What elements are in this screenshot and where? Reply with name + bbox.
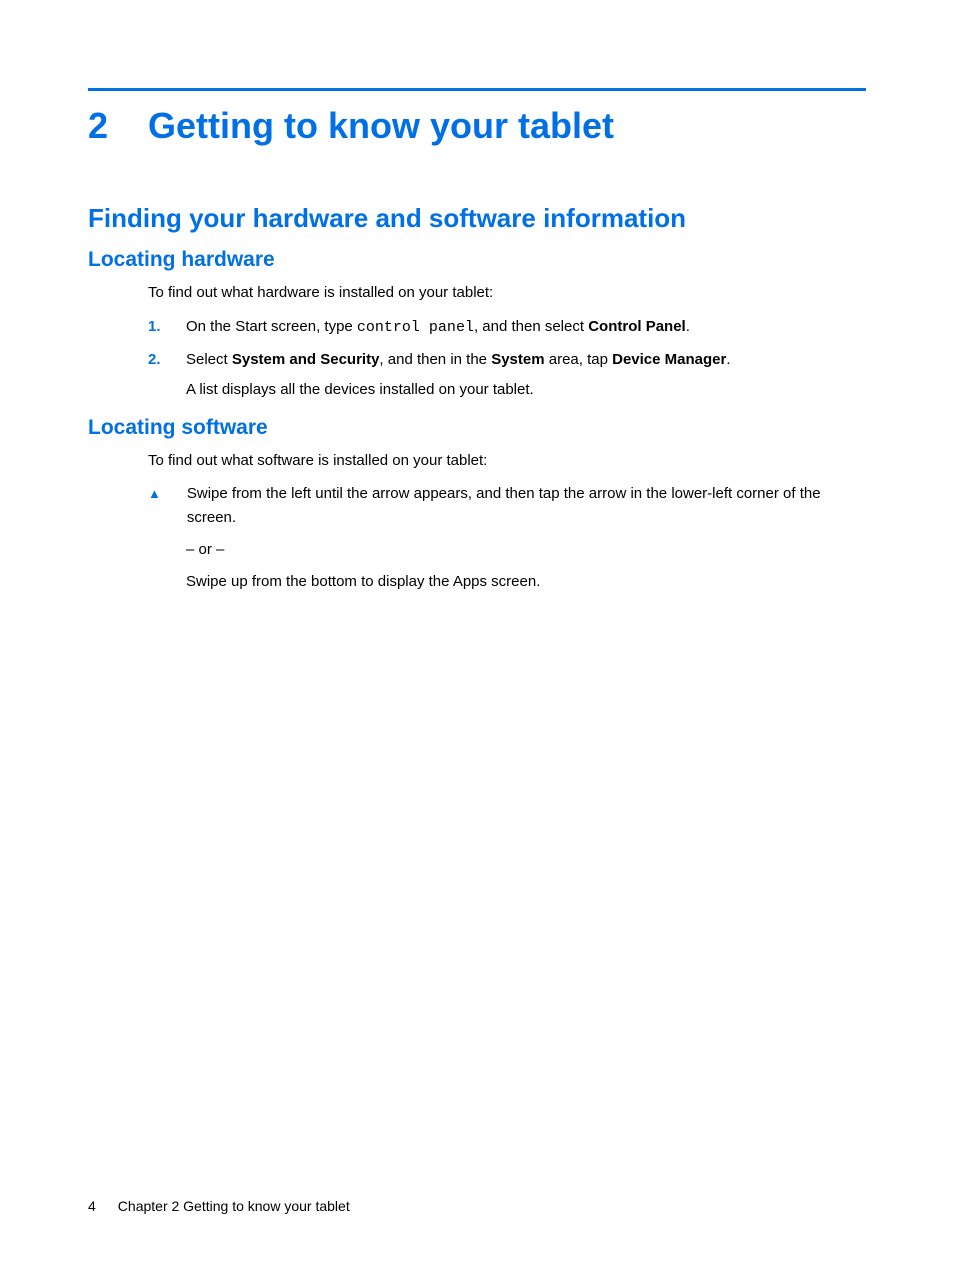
step-number: 2. [148,348,166,402]
bold-text: System and Security [232,351,380,368]
chapter-heading: 2 Getting to know your tablet [88,105,866,147]
step-number: 1. [148,315,166,340]
code-text: control panel [357,319,474,336]
subsection-title-locating-software: Locating software [88,416,866,440]
bold-text: System [491,351,544,368]
triangle-up-icon: ▲ [148,484,161,530]
text: . [726,351,730,368]
bullet-content: Swipe from the left until the arrow appe… [187,482,866,530]
chapter-title: Getting to know your tablet [148,105,614,147]
software-bullet-1: ▲ Swipe from the left until the arrow ap… [148,482,866,530]
page-number: 4 [88,1198,96,1214]
hardware-step-1: 1. On the Start screen, type control pan… [148,315,866,340]
text: . [686,318,690,335]
software-intro: To find out what software is installed o… [148,450,866,473]
page-footer: 4 Chapter 2 Getting to know your tablet [88,1198,866,1214]
text: Select [186,351,232,368]
step-content: Select System and Security, and then in … [186,348,866,402]
document-page: 2 Getting to know your tablet Finding yo… [0,0,954,1270]
text: area, tap [545,351,613,368]
bold-text: Device Manager [612,351,726,368]
chapter-number: 2 [88,105,108,147]
footer-chapter-label: Chapter 2 Getting to know your tablet [118,1198,350,1214]
text: , and then select [474,318,588,335]
step-followup: A list displays all the devices installe… [186,378,866,402]
chapter-rule [88,88,866,91]
section-title-finding-info: Finding your hardware and software infor… [88,203,866,234]
hardware-step-2: 2. Select System and Security, and then … [148,348,866,402]
or-separator: – or – [186,538,866,562]
text: , and then in the [379,351,491,368]
hardware-intro: To find out what hardware is installed o… [148,282,866,305]
text: On the Start screen, type [186,318,357,335]
bold-text: Control Panel [588,318,686,335]
step-content: On the Start screen, type control panel,… [186,315,866,340]
subsection-title-locating-hardware: Locating hardware [88,248,866,272]
software-alt: Swipe up from the bottom to display the … [186,570,866,594]
